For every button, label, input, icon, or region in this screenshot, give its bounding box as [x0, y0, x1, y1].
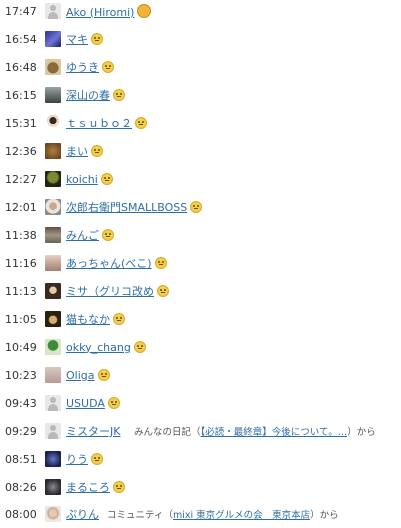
user-name-link[interactable]: ミサ（グリコ改め	[66, 283, 169, 299]
timestamp: 15:31	[5, 116, 37, 130]
timestamp: 12:01	[5, 200, 37, 214]
avatar[interactable]	[45, 451, 61, 467]
user-name-link[interactable]: あっちゃん(べこ)	[66, 255, 167, 271]
avatar[interactable]	[45, 479, 61, 495]
feed-row: 09:29 ミスターJK みんなの日記（【必読・最終章】今後について。…）から	[0, 417, 401, 445]
user-name-link[interactable]: koichi	[66, 172, 113, 186]
timestamp: 12:36	[5, 144, 37, 158]
timestamp: 09:29	[5, 424, 37, 438]
user-name-link[interactable]: Ako (Hiromi)	[66, 3, 152, 19]
feed-row: 12:01 次郎右衛門SMALLBOSS	[0, 193, 401, 221]
smiley-icon	[102, 229, 114, 241]
timestamp: 11:05	[5, 312, 37, 326]
avatar[interactable]	[45, 339, 61, 355]
smiley-icon	[107, 396, 120, 409]
timestamp: 08:00	[5, 507, 37, 521]
user-name-link[interactable]: USUDA	[66, 396, 120, 410]
timestamp: 10:49	[5, 340, 37, 354]
feed-row: 11:05 猫もなか	[0, 305, 401, 333]
avatar[interactable]	[45, 115, 61, 131]
avatar[interactable]	[45, 31, 61, 47]
feed-row: 12:27 koichi	[0, 165, 401, 193]
activity-feed: 17:47 Ako (Hiromi) 16:54 マキ 16:48 ゆうき 16…	[0, 0, 401, 522]
user-name-link[interactable]: みんご	[66, 227, 114, 243]
avatar[interactable]	[45, 311, 61, 327]
feed-row: 16:54 マキ	[0, 25, 401, 53]
smiley-icon	[91, 453, 103, 465]
feed-row: 16:15 深山の春	[0, 81, 401, 109]
feed-row: 11:13 ミサ（グリコ改め	[0, 277, 401, 305]
feed-row: 08:00 ぷりん コミュニティ（mixi 東京グルメの会 東京本店）から	[0, 500, 401, 528]
smiley-icon	[102, 61, 114, 73]
diary-link[interactable]: 【必読・最終章】今後について。…	[201, 427, 348, 438]
user-name-link[interactable]: 猫もなか	[66, 311, 125, 327]
avatar[interactable]	[45, 367, 61, 383]
smiley-icon	[157, 285, 169, 297]
feed-row: 08:26 まるころ	[0, 473, 401, 501]
user-name-link[interactable]: ゆうき	[66, 59, 114, 75]
smiley-icon	[91, 145, 103, 157]
feed-row: 17:47 Ako (Hiromi)	[0, 0, 401, 25]
feed-row: 09:43 USUDA	[0, 389, 401, 417]
feed-row: 11:38 みんご	[0, 221, 401, 249]
smiley-icon	[113, 481, 125, 493]
user-name-link[interactable]: ぷりん	[66, 506, 99, 522]
user-name-link[interactable]: まい	[66, 143, 103, 159]
user-name-link[interactable]: 深山の春	[66, 87, 125, 103]
timestamp: 17:47	[5, 4, 37, 18]
avatar[interactable]	[45, 506, 61, 522]
timestamp: 11:13	[5, 284, 37, 298]
avatar[interactable]	[45, 3, 61, 19]
feed-row: 11:16 あっちゃん(べこ)	[0, 249, 401, 277]
avatar[interactable]	[45, 87, 61, 103]
feed-row: 12:36 まい	[0, 137, 401, 165]
avatar[interactable]	[45, 255, 61, 271]
activity-source: コミュニティ（mixi 東京グルメの会 東京本店）から	[107, 510, 339, 521]
user-name-link[interactable]: まるころ	[66, 479, 125, 495]
avatar[interactable]	[45, 423, 61, 439]
smiley-icon	[113, 313, 125, 325]
smiley-icon	[91, 33, 103, 45]
timestamp: 11:16	[5, 256, 37, 270]
feed-row: 10:49 okky_chang	[0, 333, 401, 361]
user-name-link[interactable]: ミスターJK	[66, 423, 120, 439]
timestamp: 08:51	[5, 452, 37, 466]
feed-row: 15:31 ｔｓｕｂｏ２	[0, 109, 401, 137]
avatar[interactable]	[45, 227, 61, 243]
user-name-link[interactable]: 次郎右衛門SMALLBOSS	[66, 199, 203, 215]
community-link[interactable]: mixi 東京グルメの会 東京本店	[173, 510, 310, 521]
timestamp: 08:26	[5, 480, 37, 494]
smiley-icon	[113, 89, 125, 101]
timestamp: 09:43	[5, 396, 37, 410]
smiley-icon	[135, 117, 147, 129]
user-name-link[interactable]: Oliga	[66, 368, 110, 382]
smiley-icon	[133, 340, 146, 353]
timestamp: 16:54	[5, 32, 37, 46]
smiley-icon	[100, 172, 113, 185]
avatar[interactable]	[45, 395, 61, 411]
user-name-link[interactable]: okky_chang	[66, 340, 146, 354]
smiley-icon	[154, 257, 167, 269]
feed-row: 08:51 りう	[0, 445, 401, 473]
smiley-icon	[97, 368, 110, 381]
avatar[interactable]	[45, 59, 61, 75]
avatar[interactable]	[45, 171, 61, 187]
timestamp: 11:38	[5, 228, 37, 242]
gold-badge-icon	[137, 3, 152, 18]
timestamp: 16:15	[5, 88, 37, 102]
avatar[interactable]	[45, 199, 61, 215]
avatar[interactable]	[45, 283, 61, 299]
smiley-icon	[190, 201, 203, 213]
user-name-link[interactable]: マキ	[66, 31, 103, 47]
timestamp: 12:27	[5, 172, 37, 186]
timestamp: 10:23	[5, 368, 37, 382]
user-name-link[interactable]: りう	[66, 451, 103, 467]
feed-row: 16:48 ゆうき	[0, 53, 401, 81]
avatar[interactable]	[45, 143, 61, 159]
timestamp: 16:48	[5, 60, 37, 74]
activity-source: みんなの日記（【必読・最終章】今後について。…）から	[134, 427, 376, 438]
feed-row: 10:23 Oliga	[0, 361, 401, 389]
user-name-link[interactable]: ｔｓｕｂｏ２	[66, 115, 147, 131]
